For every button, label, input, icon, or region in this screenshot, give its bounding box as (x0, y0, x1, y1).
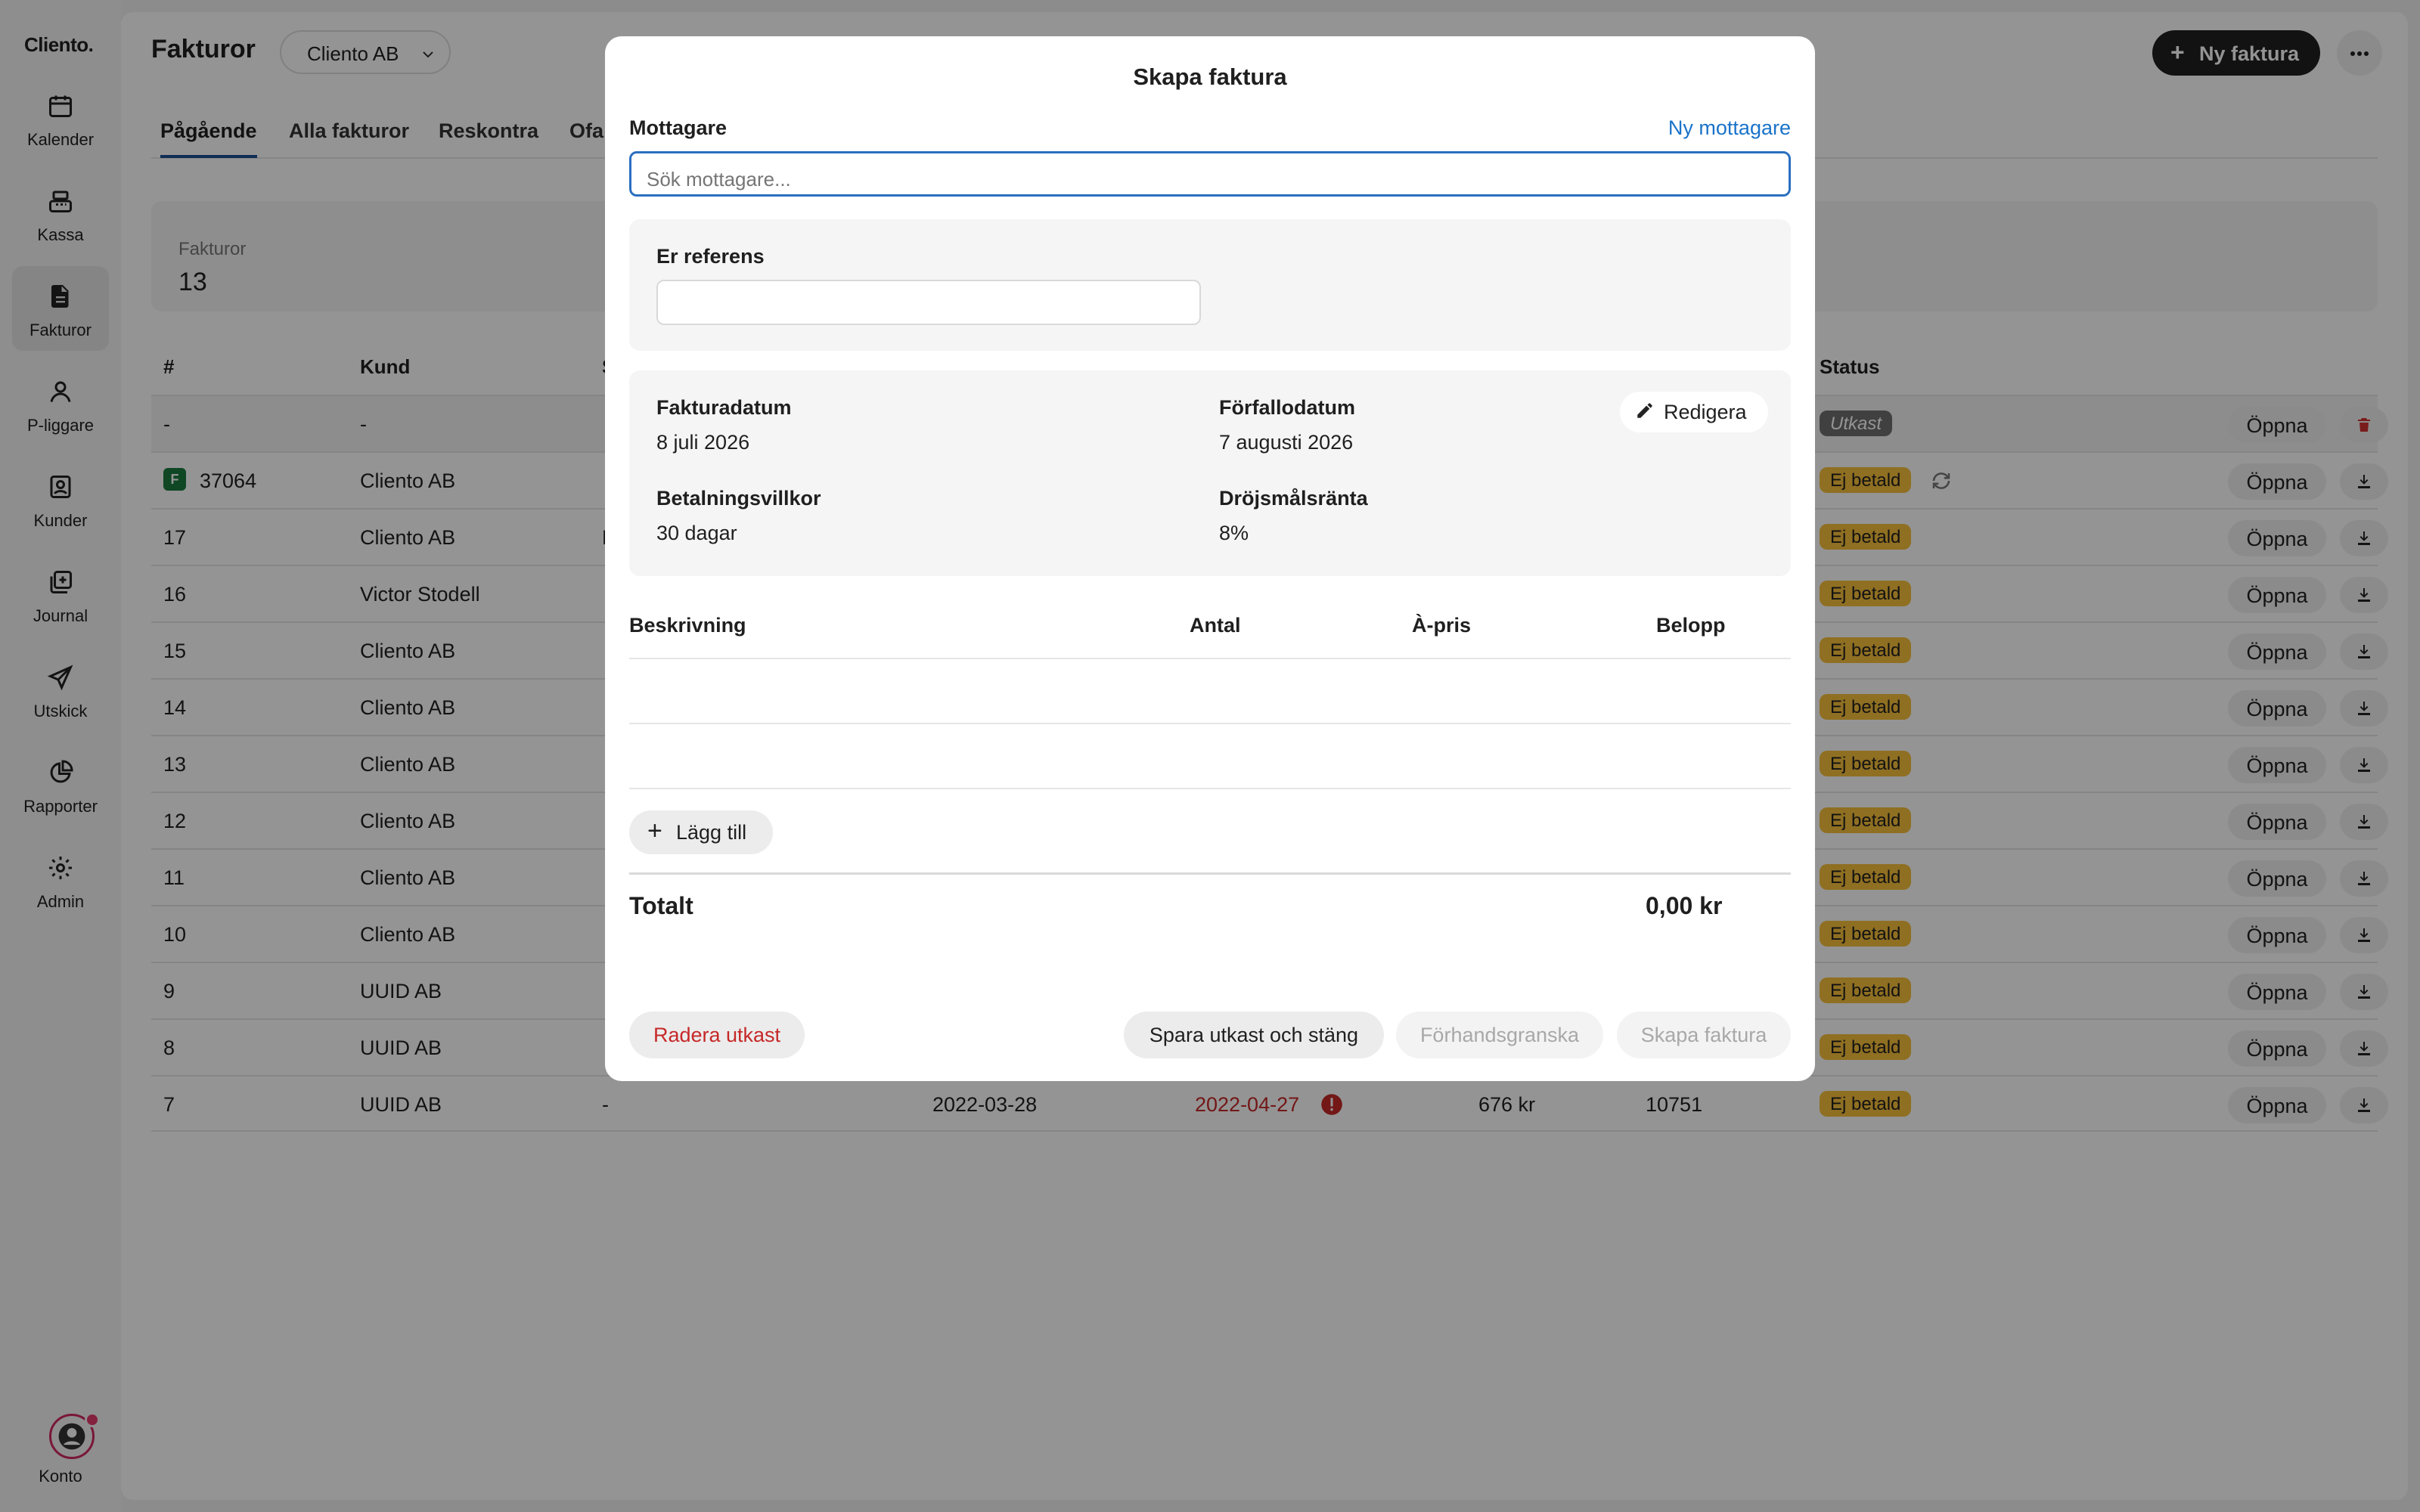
create-invoice-modal: Skapa faktura Mottagare Ny mottagare Er … (605, 36, 1815, 1081)
column-header-quantity: Antal (1190, 614, 1241, 637)
preview-button[interactable]: Förhandsgranska (1396, 1012, 1603, 1058)
invoice-details-panel: Fakturadatum 8 juli 2026 Förfallodatum 7… (629, 370, 1791, 576)
delete-draft-button[interactable]: Radera utkast (629, 1012, 805, 1058)
invoice-date-value: 8 juli 2026 (656, 431, 750, 454)
pencil-icon (1637, 403, 1652, 418)
divider (629, 723, 1791, 724)
reference-input[interactable] (656, 280, 1201, 325)
recipient-label: Mottagare (629, 116, 728, 139)
column-header-unit-price: À-pris (1412, 614, 1472, 637)
column-header-amount: Belopp (1656, 614, 1726, 637)
add-line-button[interactable]: + Lägg till (629, 810, 773, 854)
column-header-description: Beskrivning (629, 614, 746, 637)
due-date-label: Förfallodatum (1219, 396, 1355, 419)
reference-label: Er referens (656, 245, 765, 268)
payment-terms-value: 30 dagar (656, 522, 737, 544)
divider (629, 658, 1791, 659)
save-draft-button[interactable]: Spara utkast och stäng (1124, 1012, 1384, 1058)
payment-terms-label: Betalningsvillkor (656, 487, 821, 510)
edit-label: Redigera (1664, 401, 1747, 423)
divider (629, 872, 1791, 875)
total-label: Totalt (629, 892, 693, 919)
edit-button[interactable]: Redigera (1620, 392, 1768, 432)
late-interest-label: Dröjsmålsränta (1219, 487, 1368, 510)
late-interest-value: 8% (1219, 522, 1249, 544)
reference-panel: Er referens (629, 219, 1791, 351)
recipient-search-input[interactable] (629, 151, 1791, 197)
due-date-value: 7 augusti 2026 (1219, 431, 1354, 454)
create-invoice-button[interactable]: Skapa faktura (1617, 1012, 1791, 1058)
modal-title: Skapa faktura (1133, 64, 1287, 90)
total-value: 0,00 kr (1646, 892, 1723, 919)
invoice-date-label: Fakturadatum (656, 396, 792, 419)
add-line-label: Lägg till (676, 821, 747, 844)
divider (629, 788, 1791, 789)
plus-icon: + (647, 816, 662, 845)
new-recipient-link[interactable]: Ny mottagare (1668, 116, 1791, 140)
